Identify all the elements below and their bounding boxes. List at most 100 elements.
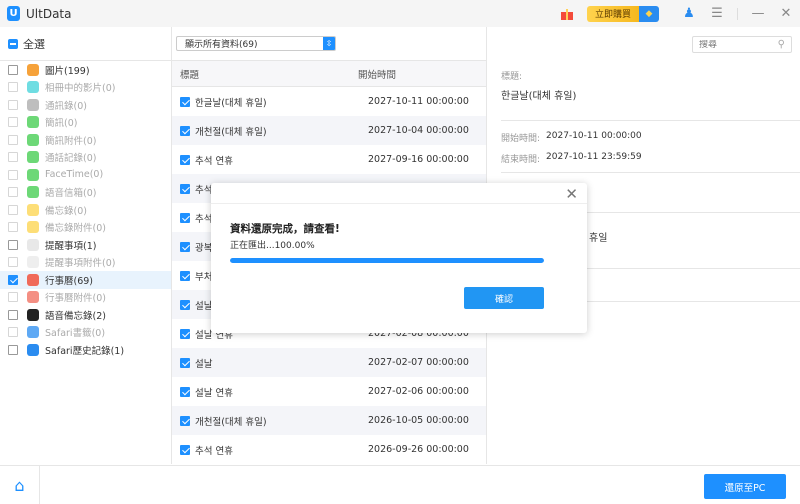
category-checkbox[interactable] xyxy=(8,99,18,110)
category-checkbox[interactable] xyxy=(8,204,18,215)
row-checkbox[interactable] xyxy=(180,386,190,397)
category-checkbox[interactable] xyxy=(8,327,18,338)
progress-fill xyxy=(230,258,544,263)
row-checkbox[interactable] xyxy=(180,125,190,136)
category-checkbox[interactable] xyxy=(8,344,18,355)
row-checkbox[interactable] xyxy=(180,299,190,310)
confirm-button[interactable]: 確認 xyxy=(464,287,544,309)
table-row[interactable]: 개천절(대체 휴일) 2027-10-04 00:00:00 xyxy=(172,116,486,145)
row-checkbox[interactable] xyxy=(180,328,190,339)
row-title: 추석 연휴 xyxy=(195,155,233,167)
sidebar-item[interactable]: 語音信箱(0) xyxy=(0,184,171,202)
row-checkbox[interactable] xyxy=(180,212,190,223)
reminders-attachments-icon xyxy=(27,256,39,269)
select-all-checkbox[interactable]: 全選 xyxy=(0,27,171,61)
category-checkbox[interactable] xyxy=(8,222,18,233)
search-icon[interactable]: ⚲ xyxy=(778,39,785,50)
row-title: 개천절(대체 휴일) xyxy=(195,416,267,428)
row-checkbox[interactable] xyxy=(180,270,190,281)
gift-icon[interactable] xyxy=(560,8,573,20)
category-checkbox[interactable] xyxy=(8,152,18,163)
category-checkbox[interactable] xyxy=(8,309,18,320)
sidebar-item[interactable]: 簡訊(0) xyxy=(0,114,171,132)
category-checkbox[interactable] xyxy=(8,187,18,198)
category-checkbox[interactable] xyxy=(8,274,18,285)
facetime-icon xyxy=(27,168,39,181)
sidebar-item-label: 提醒事項附件(0) xyxy=(45,258,116,270)
sidebar-item-label: 通訊錄(0) xyxy=(45,100,87,112)
table-row[interactable]: 한글날(대체 휴일) 2027-10-11 00:00:00 xyxy=(172,87,486,116)
dialog-title: 資料還原完成，請查看! xyxy=(230,223,340,235)
sidebar-item[interactable]: 行事曆(69) xyxy=(0,271,171,289)
table-row[interactable]: 개천절(대체 휴일) 2026-10-05 00:00:00 xyxy=(172,406,486,435)
progress-bar xyxy=(230,258,544,263)
category-checkbox[interactable] xyxy=(8,292,18,303)
sidebar-item[interactable]: 提醒事項(1) xyxy=(0,236,171,254)
sidebar-item[interactable]: 通話記錄(0) xyxy=(0,149,171,167)
minimize-icon[interactable]: — xyxy=(744,6,772,21)
sidebar-item[interactable]: 圖片(199) xyxy=(0,61,171,79)
sidebar-item[interactable]: 相冊中的影片(0) xyxy=(0,79,171,97)
sidebar-item-label: 簡訊(0) xyxy=(45,118,78,130)
sidebar-item[interactable]: FaceTime(0) xyxy=(0,166,171,184)
voice-memos-icon xyxy=(27,308,39,321)
category-checkbox[interactable] xyxy=(8,134,18,145)
progress-text: 正在匯出...100.00% xyxy=(230,241,315,251)
sidebar-item-label: 備忘錄(0) xyxy=(45,205,87,217)
safari-icon xyxy=(27,326,39,339)
sidebar-item-label: 語音信箱(0) xyxy=(45,188,97,200)
sidebar-item[interactable]: Safari歷史記錄(1) xyxy=(0,341,171,359)
row-checkbox[interactable] xyxy=(180,154,190,165)
row-title: 개천절(대체 휴일) xyxy=(195,126,267,138)
row-checkbox[interactable] xyxy=(180,183,190,194)
sidebar-item[interactable]: 提醒事項附件(0) xyxy=(0,254,171,272)
divider xyxy=(737,7,738,20)
category-checkbox[interactable] xyxy=(8,117,18,128)
search-input[interactable] xyxy=(699,39,769,50)
user-icon[interactable]: ♟ xyxy=(675,6,703,21)
filter-dropdown[interactable]: 顯示所有資料(69) ⇳ xyxy=(176,36,336,51)
category-checkbox[interactable] xyxy=(8,239,18,250)
close-icon[interactable]: ✕ xyxy=(772,6,800,21)
row-title: 한글날(대체 휴일) xyxy=(195,97,267,109)
sidebar-item[interactable]: 通訊錄(0) xyxy=(0,96,171,114)
reminders-icon xyxy=(27,238,39,251)
sidebar-item[interactable]: 備忘錄(0) xyxy=(0,201,171,219)
menu-icon[interactable]: ☰ xyxy=(703,6,731,21)
table-row[interactable]: 설날 2027-02-07 00:00:00 xyxy=(172,348,486,377)
dialog-header: ✕ xyxy=(211,183,587,204)
message-attachments-icon xyxy=(27,133,39,146)
notes-icon xyxy=(27,203,39,216)
row-checkbox[interactable] xyxy=(180,444,190,455)
voicemail-icon xyxy=(27,186,39,199)
restore-to-pc-button[interactable]: 還原至PC xyxy=(704,474,786,499)
category-checkbox[interactable] xyxy=(8,257,18,268)
sidebar-item[interactable]: 簡訊附件(0) xyxy=(0,131,171,149)
row-start-time: 2027-02-07 00:00:00 xyxy=(368,357,469,368)
buy-now-button[interactable]: 立即購買 ◆ xyxy=(586,5,659,22)
category-checkbox[interactable] xyxy=(8,169,18,180)
sidebar-item[interactable]: 行事曆附件(0) xyxy=(0,289,171,307)
table-row[interactable]: 추석 연휴 2027-09-16 00:00:00 xyxy=(172,145,486,174)
column-header-title[interactable]: 標題 xyxy=(172,67,352,81)
sidebar-item[interactable]: 備忘錄附件(0) xyxy=(0,219,171,237)
category-checkbox[interactable] xyxy=(8,82,18,93)
search-box[interactable]: ⚲ xyxy=(692,36,792,53)
row-checkbox[interactable] xyxy=(180,357,190,368)
sidebar-item[interactable]: Safari書籤(0) xyxy=(0,324,171,342)
sidebar-item[interactable]: 語音備忘錄(2) xyxy=(0,306,171,324)
column-header-start[interactable]: 開始時間 xyxy=(352,67,396,81)
table-row[interactable]: 설날 연휴 2027-02-06 00:00:00 xyxy=(172,377,486,406)
table-row[interactable]: 추석 연휴 2026-09-26 00:00:00 xyxy=(172,435,486,464)
row-checkbox[interactable] xyxy=(180,96,190,107)
app-title: UltData xyxy=(26,6,72,21)
category-checkbox[interactable] xyxy=(8,64,18,75)
row-checkbox[interactable] xyxy=(180,241,190,252)
home-button[interactable]: ⌂ xyxy=(0,466,40,504)
sidebar-item-label: Safari歷史記錄(1) xyxy=(45,345,125,357)
buy-now-label: 立即購買 xyxy=(586,5,639,22)
dialog-close-icon[interactable]: ✕ xyxy=(565,185,578,203)
row-checkbox[interactable] xyxy=(180,415,190,426)
category-sidebar: 全選 圖片(199) 相冊中的影片(0) 通訊錄(0) 簡訊(0) 簡訊附件(0) 通話記… xyxy=(0,27,172,464)
restore-complete-dialog: ✕ 資料還原完成，請查看! 正在匯出...100.00% 確認 xyxy=(211,183,587,333)
